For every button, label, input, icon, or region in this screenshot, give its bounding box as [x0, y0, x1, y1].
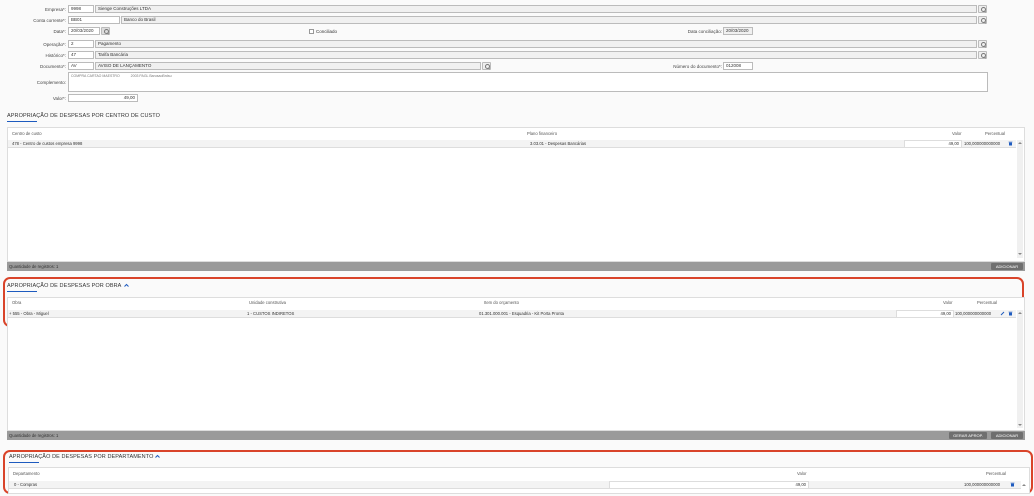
header-percentual: Percentual: [977, 300, 998, 305]
complemento-label: Complemento:: [36, 80, 66, 85]
cell-percentual[interactable]: 100,000000000000: [955, 310, 991, 318]
chevron-up-icon[interactable]: [155, 454, 160, 459]
header-plano-financeiro: Plano financeiro: [527, 131, 558, 136]
cell-obra: + 555 - Obra - Miguel: [9, 311, 49, 316]
table-row[interactable]: [9, 481, 1021, 489]
scroll-down-icon[interactable]: [1018, 424, 1022, 426]
centro-custo-count: Quantidade de registros: 1: [9, 264, 59, 269]
data-label: Data*:: [53, 29, 66, 34]
historico-name-field: Tarifa Bancária: [95, 51, 977, 59]
cell-percentual[interactable]: 100,000000000000: [964, 140, 1000, 148]
centro-custo-underline: [7, 121, 37, 122]
historico-code-field[interactable]: 47: [68, 51, 94, 59]
documento-name-field: AVISO DE LANÇAMENTO: [95, 62, 481, 70]
header-item-orcamento: Item do orçamento: [484, 300, 519, 305]
header-percentual: Percentual: [985, 131, 1006, 136]
trash-icon[interactable]: [1008, 141, 1013, 146]
cell-valor[interactable]: 49,00: [609, 481, 809, 489]
operacao-label: Operação*:: [43, 42, 66, 47]
scroll-up-icon[interactable]: [1022, 484, 1026, 486]
header-valor: Valor: [952, 131, 962, 136]
cell-unidade: 1 - CUSTOS INDIRETOS: [247, 311, 295, 316]
documento-search-icon[interactable]: [482, 62, 491, 70]
valor-label: Valor*:: [52, 96, 66, 101]
table-row[interactable]: [8, 140, 1016, 148]
header-departamento: Departamento: [13, 471, 40, 476]
header-centro-custo: Centro de custo: [12, 131, 42, 136]
numdoc-field[interactable]: 012008: [723, 62, 753, 70]
conciliado-label: Conciliado: [316, 29, 338, 34]
obra-count: Quantidade de registros: 1: [9, 433, 59, 438]
cell-item: 01.301.000.001 - Esquadria - Kit Porta P…: [479, 311, 564, 316]
cell-departamento: 0 - Compras: [14, 482, 38, 487]
cell-valor[interactable]: 49,00: [896, 310, 954, 318]
data-conc-label: Data conciliação:: [687, 29, 722, 34]
conciliado-checkbox[interactable]: [309, 29, 314, 34]
cell-plano: 3.03.01 - Despesas Bancárias: [530, 141, 587, 146]
centro-custo-scrollbar[interactable]: [1017, 140, 1023, 258]
empresa-name-field: Sienge Construções LTDA: [95, 5, 977, 13]
header-valor: Valor: [943, 300, 953, 305]
header-valor: Valor: [797, 471, 807, 476]
complemento-text-2: 2003 PAGL BarusaoBrdsu: [130, 74, 172, 78]
data-field[interactable]: 20/03/2020: [68, 27, 100, 35]
departamento-underline: [9, 462, 39, 463]
conta-name-field: Banco do Brasil: [121, 16, 977, 24]
documento-code-field[interactable]: AV: [68, 62, 94, 70]
centro-custo-footer: [7, 262, 1025, 271]
cell-percentual[interactable]: 100,000000000000: [964, 481, 1000, 489]
operacao-code-field[interactable]: 2: [68, 40, 94, 48]
obra-footer: [7, 431, 1025, 440]
centro-custo-title: APROPRIAÇÃO DE DESPESAS POR CENTRO DE CU…: [7, 113, 161, 119]
conta-label: Conta corrente*:: [33, 18, 66, 23]
scroll-up-icon[interactable]: [1018, 142, 1022, 144]
cell-centro: 478 - Centro de custos empresa 9998: [12, 141, 83, 146]
gerar-apropriacao-button[interactable]: GERAR APROP.: [949, 432, 987, 439]
obra-add-button[interactable]: ADICIONAR: [991, 432, 1023, 439]
centro-custo-add-button[interactable]: ADICIONAR: [991, 263, 1023, 270]
conta-search-icon[interactable]: [978, 16, 987, 24]
departamento-title: APROPRIAÇÃO DE DESPESAS POR DEPARTAMENTO: [9, 454, 154, 460]
trash-icon[interactable]: [1010, 482, 1015, 487]
empresa-search-icon[interactable]: [978, 5, 987, 13]
obra-underline: [7, 291, 37, 292]
scroll-down-icon[interactable]: [1018, 253, 1022, 255]
obra-title: APROPRIAÇÃO DE DESPESAS POR OBRA: [7, 283, 122, 289]
empresa-code-field[interactable]: 9998: [68, 5, 94, 13]
valor-field[interactable]: 49,00: [68, 94, 138, 102]
historico-label: Histórico*:: [45, 53, 66, 58]
documento-label: Documento*:: [39, 64, 66, 69]
obra-scrollbar[interactable]: [1017, 310, 1023, 428]
header-percentual: Percentual: [986, 471, 1007, 476]
historico-search-icon[interactable]: [978, 51, 987, 59]
cell-valor[interactable]: 49,00: [904, 140, 962, 148]
header-obra: Obra: [12, 300, 22, 305]
data-conc-field: 20/03/2020: [723, 27, 753, 35]
edit-icon[interactable]: [1000, 311, 1005, 316]
chevron-up-icon[interactable]: [124, 283, 129, 288]
calendar-icon[interactable]: [101, 27, 110, 35]
numdoc-label: Número do documento*:: [673, 64, 722, 69]
operacao-search-icon[interactable]: [978, 40, 987, 48]
complemento-text-1: COMPRA CARTAO MAESTRO: [71, 74, 120, 78]
scroll-up-icon[interactable]: [1018, 312, 1022, 314]
empresa-label: Empresa*:: [44, 7, 66, 12]
trash-icon[interactable]: [1008, 311, 1013, 316]
operacao-name-field: Pagamento: [95, 40, 977, 48]
complemento-textarea[interactable]: COMPRA CARTAO MAESTRO 2003 PAGL BarusaoB…: [68, 72, 988, 92]
header-unidade: Unidade construtiva: [249, 300, 287, 305]
conta-code-field[interactable]: BB01: [68, 16, 120, 24]
